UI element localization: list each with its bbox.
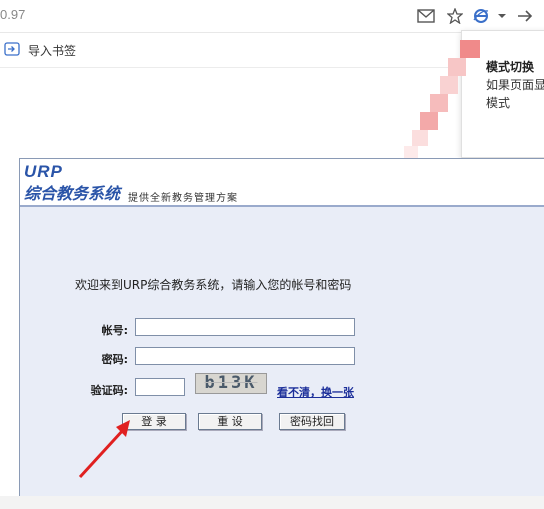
bottom-strip <box>0 496 544 509</box>
logo-top-text: URP <box>24 162 63 181</box>
popup-line-1: 如果页面显 <box>486 78 544 92</box>
import-icon <box>4 42 20 59</box>
urp-header: URP 综合教务系统 提供全新教务管理方案 <box>20 159 544 207</box>
captcha-label: 验证码: <box>90 384 128 397</box>
star-icon[interactable] <box>445 6 465 26</box>
welcome-text: 欢迎来到URP综合教务系统，请输入您的帐号和密码 <box>75 278 352 292</box>
mail-icon[interactable] <box>416 6 436 26</box>
urp-subtitle: 提供全新教务管理方案 <box>128 193 238 204</box>
captcha-image[interactable]: b13K <box>195 373 267 394</box>
captcha-input[interactable] <box>135 378 185 396</box>
account-label: 帐号: <box>101 324 128 337</box>
popup-line-2: 模式 <box>486 96 511 110</box>
logo-bottom-text: 综合教务系统 <box>24 186 121 203</box>
forward-arrow-icon[interactable] <box>515 6 535 26</box>
recover-password-button[interactable]: 密码找回 <box>279 413 345 430</box>
chevron-down-icon[interactable] <box>492 6 512 26</box>
import-bookmarks-label: 导入书签 <box>28 44 77 58</box>
refresh-captcha-link[interactable]: 看不清，换一张 <box>277 384 354 400</box>
annotation-arrow <box>78 420 130 479</box>
url-text[interactable]: 0.97 <box>0 7 25 22</box>
import-bookmarks-item[interactable]: 导入书签 <box>4 42 76 59</box>
account-input[interactable] <box>135 318 355 336</box>
password-input[interactable] <box>135 347 355 365</box>
password-label: 密码: <box>101 353 128 366</box>
address-bar[interactable]: 0.97 <box>0 0 544 33</box>
popup-title: 模式切换 <box>486 60 535 74</box>
ie-mode-icon[interactable] <box>471 6 491 26</box>
urp-logo: URP 综合教务系统 <box>24 162 120 204</box>
reset-button[interactable]: 重 设 <box>198 413 262 430</box>
